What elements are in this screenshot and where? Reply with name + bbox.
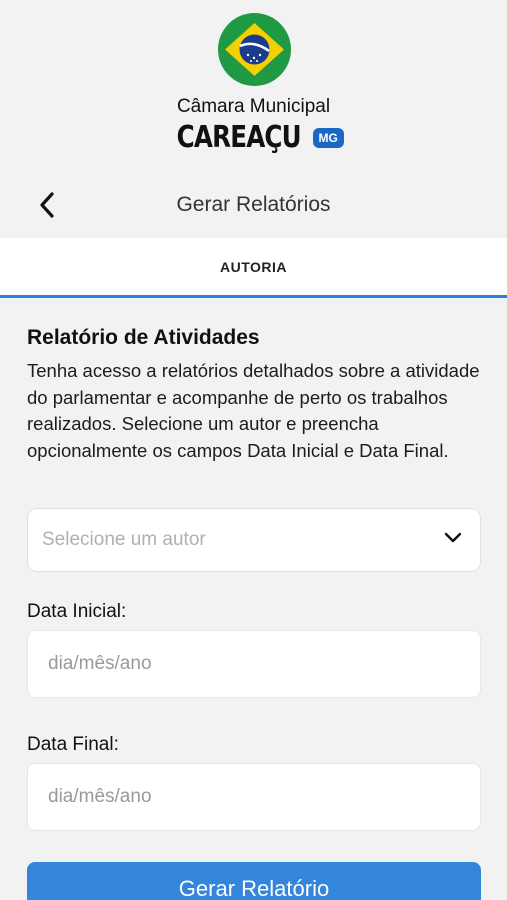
state-badge: MG: [312, 127, 344, 148]
page-title: Gerar Relatórios: [176, 193, 331, 216]
active-tab-indicator: [0, 295, 507, 298]
author-select[interactable]: Selecione um autor: [27, 508, 481, 572]
start-date-label: Data Inicial:: [27, 601, 127, 622]
generate-report-button[interactable]: Gerar Relatório: [27, 862, 481, 900]
end-date-input[interactable]: [27, 763, 481, 831]
chevron-down-icon: [444, 532, 462, 543]
city-name: CAREAÇU: [176, 120, 302, 155]
navigation-bar: Gerar Relatórios: [0, 180, 507, 230]
brazil-flag-icon: [218, 13, 291, 86]
section-description: Tenha acesso a relatórios detalhados sob…: [27, 360, 480, 461]
city-row: CAREAÇU MG: [0, 120, 507, 155]
app-header: Câmara Municipal CAREAÇU MG Gerar Relató…: [0, 0, 507, 238]
section-title: Relatório de Atividades: [27, 326, 260, 349]
institution-name: Câmara Municipal: [176, 96, 331, 117]
tab-autoria[interactable]: AUTORIA: [0, 238, 507, 296]
tab-bar: AUTORIA: [0, 238, 507, 298]
start-date-input[interactable]: [27, 630, 481, 698]
author-select-placeholder: Selecione um autor: [42, 529, 206, 550]
end-date-label: Data Final:: [27, 734, 119, 755]
